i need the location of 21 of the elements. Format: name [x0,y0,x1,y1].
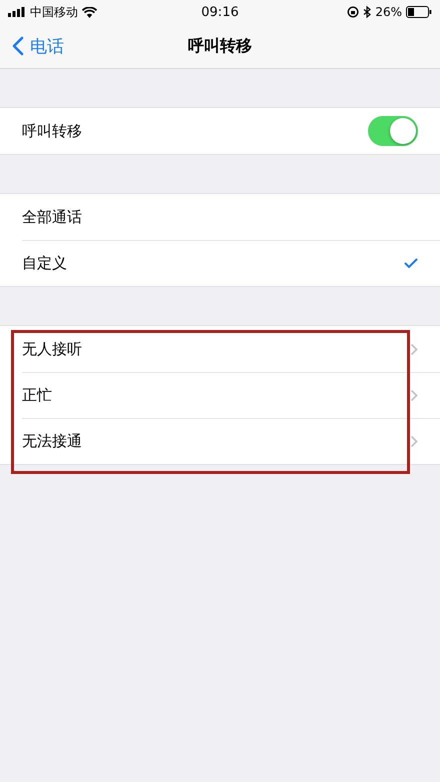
battery-percent: 26% [375,5,402,19]
carrier-name: 中国移动 [30,4,78,20]
list-row[interactable]: 无人接听 [0,326,440,372]
setting-label: 呼叫转移 [22,122,82,140]
back-button[interactable]: 电话 [0,34,64,58]
list-row[interactable]: 正忙 [0,372,440,418]
wifi-icon [82,6,97,18]
toggle-switch[interactable] [368,116,418,146]
option-row[interactable]: 全部通话 [0,194,440,240]
option-row[interactable]: 自定义 [0,240,440,286]
chevron-icon [410,388,418,402]
chevron-icon [410,434,418,448]
list-row[interactable]: 无法接通 [0,418,440,464]
signal-icon [8,7,26,17]
chevron-icon [410,342,418,356]
rotation-lock-icon [347,6,360,18]
back-chevron-icon [12,36,24,56]
status-time: 09:16 [201,4,239,20]
battery-icon [406,6,432,18]
page-title: 呼叫转移 [188,36,252,56]
bluetooth-icon [363,6,372,18]
